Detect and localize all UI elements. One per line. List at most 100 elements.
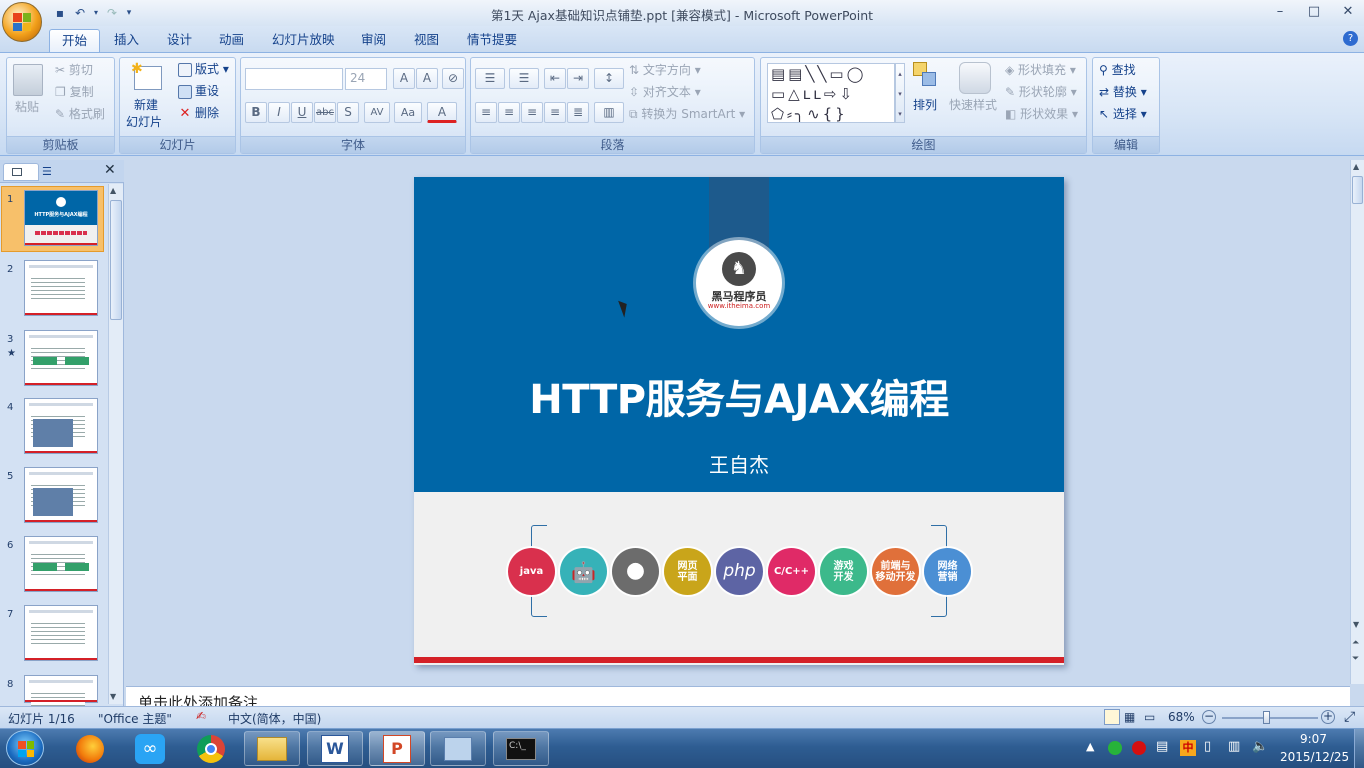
volume-icon[interactable]: 🔈: [1252, 739, 1268, 754]
paste-button[interactable]: 粘贴: [15, 98, 39, 115]
fit-window-icon[interactable]: ⤢: [1344, 709, 1355, 725]
tray-record-icon[interactable]: [1132, 741, 1146, 755]
scroll-up-icon[interactable]: ▲: [110, 186, 116, 195]
italic-button[interactable]: I: [268, 102, 290, 123]
slide-thumbnail[interactable]: [24, 536, 98, 592]
editor-scroll-up-icon[interactable]: ▲: [1353, 162, 1359, 171]
tab-insert[interactable]: 插入: [102, 29, 151, 52]
replace-button[interactable]: ⇄ 替换 ▾: [1099, 83, 1147, 100]
maximize-button[interactable]: □: [1297, 2, 1331, 22]
tab-slideshow[interactable]: 幻灯片放映: [260, 29, 347, 52]
explorer-taskbar-icon[interactable]: [244, 731, 300, 766]
network-taskbar-icon[interactable]: [430, 731, 486, 766]
tab-view[interactable]: 视图: [402, 29, 451, 52]
language-indicator[interactable]: 中文(简体，中国): [228, 710, 321, 727]
shapes-gallery[interactable]: ▤▤╲╲▭◯ ▭△ʟʟ⇨⇩ ⬠⸗╮∿{}: [767, 63, 895, 123]
next-slide-icon[interactable]: ⏷: [1352, 654, 1359, 664]
align-right-button[interactable]: ≡: [521, 102, 543, 123]
copy-button[interactable]: ❐ 复制: [55, 83, 94, 100]
align-text-button[interactable]: ⇳ 对齐文本 ▾: [629, 83, 701, 100]
theme-name[interactable]: "Office 主题": [98, 710, 172, 727]
tab-home[interactable]: 开始: [49, 29, 101, 52]
char-spacing-button[interactable]: AV: [364, 102, 390, 123]
shapes-gallery-scroll[interactable]: ▴ ▾ ▾: [895, 63, 905, 123]
sorter-view-icon[interactable]: ▦: [1124, 710, 1135, 724]
close-button[interactable]: ✕: [1331, 2, 1364, 22]
line-spacing-button[interactable]: ↕: [594, 68, 624, 89]
minimize-button[interactable]: –: [1263, 2, 1297, 22]
strikethrough-button[interactable]: abc: [314, 102, 336, 123]
text-direction-button[interactable]: ⇅ 文字方向 ▾: [629, 61, 701, 78]
chrome-taskbar-icon[interactable]: [183, 731, 239, 766]
grow-font-button[interactable]: A: [393, 68, 415, 89]
slide-title[interactable]: HTTP服务与AJAX编程: [414, 367, 1064, 425]
tray-network-icon[interactable]: ▥: [1228, 739, 1240, 754]
slide-thumbnail[interactable]: [24, 260, 98, 316]
arrange-button[interactable]: 排列: [913, 96, 937, 113]
align-left-button[interactable]: ≡: [475, 102, 497, 123]
find-button[interactable]: ⚲ 查找: [1099, 61, 1136, 78]
slides-tab[interactable]: [3, 163, 39, 181]
layout-button[interactable]: 版式 ▾: [178, 60, 229, 77]
notes-pane[interactable]: 单击此处添加备注: [126, 686, 1350, 706]
tab-review[interactable]: 审阅: [349, 29, 398, 52]
reset-button[interactable]: 重设: [178, 82, 219, 99]
scroll-down-icon[interactable]: ▼: [110, 692, 116, 701]
change-case-button[interactable]: Aa: [394, 102, 422, 123]
justify-button[interactable]: ≡: [544, 102, 566, 123]
zoom-out-icon[interactable]: −: [1202, 710, 1216, 724]
zoom-slider-track[interactable]: [1222, 717, 1318, 719]
slide-thumbnail[interactable]: [24, 398, 98, 454]
decrease-indent-button[interactable]: ⇤: [544, 68, 566, 89]
start-button[interactable]: [6, 730, 44, 766]
slide-thumbnail[interactable]: HTTP服务与AJAX编程: [24, 190, 98, 246]
tray-monitor-icon[interactable]: ▤: [1156, 739, 1168, 754]
powerpoint-taskbar-icon[interactable]: P: [369, 731, 425, 766]
prev-slide-icon[interactable]: ⏶: [1352, 638, 1359, 648]
align-center-button[interactable]: ≡: [498, 102, 520, 123]
editor-scroll-thumb[interactable]: [1352, 176, 1363, 204]
underline-button[interactable]: U: [291, 102, 313, 123]
spellcheck-icon[interactable]: ✍: [196, 709, 206, 723]
word-taskbar-icon[interactable]: W: [307, 731, 363, 766]
scroll-thumb[interactable]: [110, 200, 122, 320]
increase-indent-button[interactable]: ⇥: [567, 68, 589, 89]
select-button[interactable]: ↖ 选择 ▾: [1099, 105, 1147, 122]
shadow-button[interactable]: S: [337, 102, 359, 123]
current-slide[interactable]: ♞ 黑马程序员 www.itheima.com HTTP服务与AJAX编程 王自…: [414, 177, 1064, 665]
shape-fill-button[interactable]: ◈ 形状填充 ▾: [1005, 61, 1076, 78]
slide-thumbnail[interactable]: [24, 675, 98, 714]
slide-thumbnail[interactable]: [24, 330, 98, 386]
close-panel-icon[interactable]: ✕: [104, 162, 116, 178]
tab-design[interactable]: 设计: [155, 29, 204, 52]
tray-device-icon[interactable]: ▯: [1204, 739, 1211, 754]
slide-thumbnail[interactable]: [24, 605, 98, 661]
numbering-button[interactable]: ☰: [509, 68, 539, 89]
format-painter-button[interactable]: ✎ 格式刷: [55, 105, 105, 122]
normal-view-icon[interactable]: [1104, 709, 1120, 725]
shape-outline-button[interactable]: ✎ 形状轮廓 ▾: [1005, 83, 1077, 100]
outline-tab-icon[interactable]: ☰: [42, 165, 52, 178]
slideshow-view-icon[interactable]: ▭: [1144, 710, 1155, 724]
slides-panel-scrollbar[interactable]: ▲ ▼: [108, 184, 123, 704]
font-name-field[interactable]: [245, 68, 343, 90]
new-slide-icon[interactable]: ✱: [131, 61, 162, 90]
tray-green-icon[interactable]: [1108, 741, 1122, 755]
editor-scroll-down-icon[interactable]: ▼: [1353, 620, 1359, 629]
help-icon[interactable]: ?: [1343, 31, 1358, 46]
bullets-button[interactable]: ☰: [475, 68, 505, 89]
firefox-taskbar-icon[interactable]: [62, 731, 118, 766]
quick-styles-button[interactable]: 快速样式: [949, 96, 997, 113]
arrange-icon[interactable]: [913, 62, 939, 90]
new-slide-label-1[interactable]: 新建: [134, 96, 158, 113]
cmd-taskbar-icon[interactable]: C:\_: [493, 731, 549, 766]
zoom-slider-thumb[interactable]: [1263, 711, 1270, 724]
shape-effects-button[interactable]: ◧ 形状效果 ▾: [1005, 105, 1078, 122]
clock-time[interactable]: 9:07: [1300, 732, 1327, 746]
delete-button[interactable]: ✕ 删除: [178, 104, 219, 121]
cut-button[interactable]: ✂ 剪切: [55, 61, 93, 78]
ime-indicator[interactable]: 中: [1180, 740, 1196, 756]
shrink-font-button[interactable]: A: [416, 68, 438, 89]
clock-date[interactable]: 2015/12/25: [1280, 750, 1349, 764]
cloud-taskbar-icon[interactable]: ∞: [122, 731, 178, 766]
